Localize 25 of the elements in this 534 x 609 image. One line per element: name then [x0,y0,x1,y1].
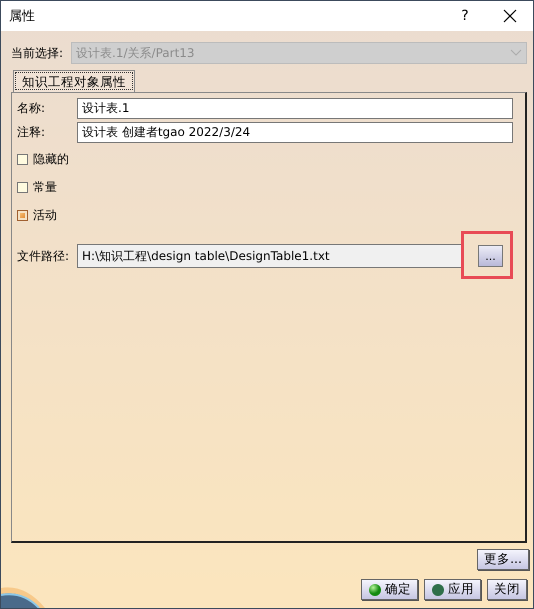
ok-button[interactable]: 确定 [361,579,418,600]
ball-icon [368,582,382,596]
field-label: 注释: [17,124,46,141]
checkbox[interactable] [17,210,28,220]
browse-button[interactable]: ... [478,245,503,267]
checkbox-label: 活动 [33,206,57,224]
field-label: 名称: [17,100,46,117]
close-button[interactable]: 关闭 [487,579,527,600]
more-button[interactable]: 更多... [477,549,529,570]
help-button[interactable]: ? [443,8,487,24]
field-label: 当前选择: [11,44,64,62]
sphere-icon [431,582,445,596]
field-label: 文件路径: [17,248,70,264]
window-title: 属性 [9,8,36,25]
checkbox[interactable] [17,154,28,164]
checkbox[interactable] [17,182,28,192]
apply-button[interactable]: 应用 [424,579,481,600]
input-field[interactable]: 设计表 创建者tgao 2022/3/24 [77,122,513,143]
input-field[interactable]: H:\知识工程\design table\DesignTable1.txt [77,244,464,268]
input-field[interactable]: 设计表.1 [77,98,513,119]
planet-drawing [1,586,45,608]
caret-icon [510,49,522,57]
checkbox-label: 常量 [33,178,57,196]
tab[interactable]: 知识工程对象属性 [13,70,135,92]
checkbox-label: 隐藏的 [33,150,69,168]
